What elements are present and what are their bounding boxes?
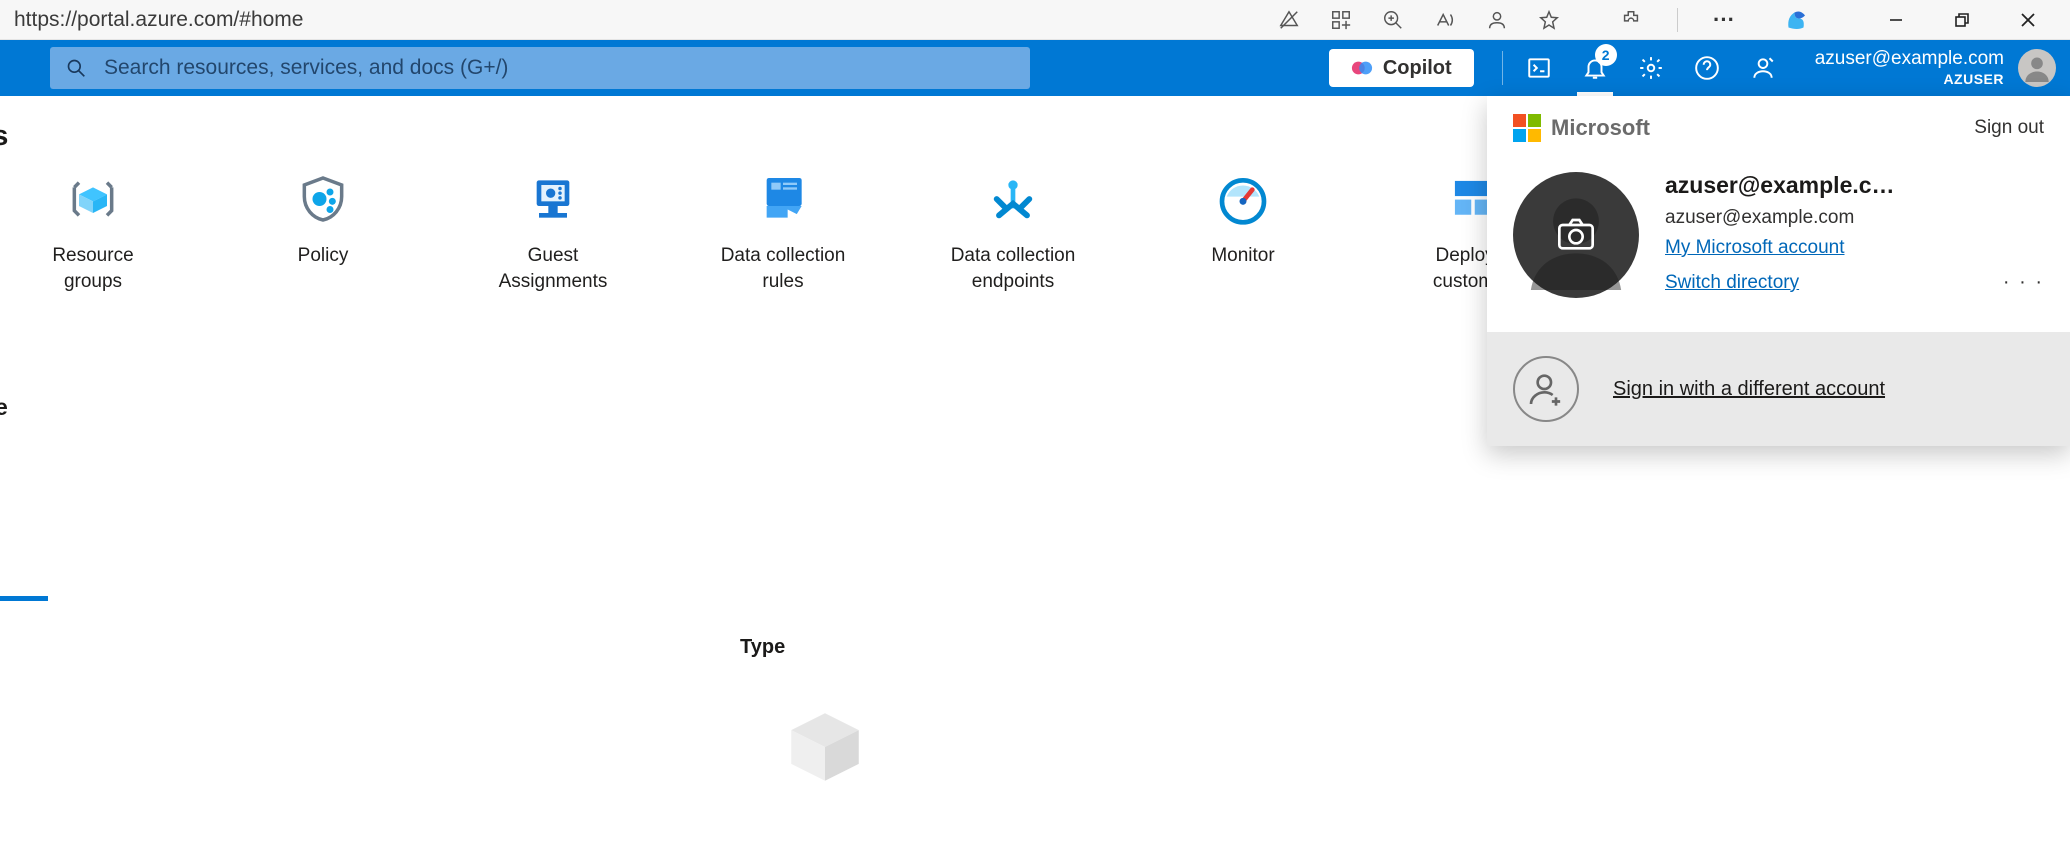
avatar-small xyxy=(2018,49,2056,87)
copilot-button[interactable]: Copilot xyxy=(1329,49,1474,87)
zoom-icon[interactable] xyxy=(1381,8,1405,32)
account-tenant: AZUSER xyxy=(1815,71,2004,89)
service-monitor[interactable]: Monitor xyxy=(1180,171,1306,294)
column-type[interactable]: Type xyxy=(740,636,785,659)
extensions-icon[interactable] xyxy=(1619,8,1643,32)
avatar-icon xyxy=(2023,54,2051,82)
sign-in-different-account-link[interactable]: Sign in with a different account xyxy=(1613,378,1885,401)
window-close-button[interactable] xyxy=(2018,10,2038,30)
toolbar-divider xyxy=(1502,51,1503,85)
add-account-avatar-icon xyxy=(1513,356,1579,422)
popover-display-name: azuser@example.c… xyxy=(1665,172,2044,199)
window-minimize-button[interactable] xyxy=(1886,10,1906,30)
monitor-icon xyxy=(1215,171,1271,227)
account-block[interactable]: azuser@example.com AZUSER xyxy=(1791,47,2070,88)
address-bar[interactable] xyxy=(6,4,1251,36)
search-box[interactable] xyxy=(50,47,1030,89)
service-label: Data collection rules xyxy=(721,243,846,294)
service-data-collection-rules[interactable]: Data collection rules xyxy=(720,171,846,294)
copilot-browser-icon[interactable] xyxy=(1784,8,1808,32)
tab-underline xyxy=(0,596,48,601)
service-data-collection-endpoints[interactable]: Data collection endpoints xyxy=(950,171,1076,294)
favorite-star-icon[interactable] xyxy=(1537,8,1561,32)
profile-icon[interactable] xyxy=(1485,8,1509,32)
notifications-icon[interactable]: 2 xyxy=(1567,40,1623,96)
account-popover: Microsoft Sign out azuser@example.c… azu… xyxy=(1487,96,2070,446)
read-aloud-icon[interactable] xyxy=(1433,8,1457,32)
service-label: Monitor xyxy=(1211,243,1274,269)
camera-icon xyxy=(1556,218,1596,252)
browser-toolbar-icons: ··· xyxy=(1277,8,2064,32)
my-microsoft-account-link[interactable]: My Microsoft account xyxy=(1665,237,2044,259)
service-label: Resource groups xyxy=(52,243,133,294)
guest-assignments-icon xyxy=(525,171,581,227)
dce-icon xyxy=(985,171,1041,227)
service-resource-groups[interactable]: Resource groups xyxy=(30,171,156,294)
copilot-label: Copilot xyxy=(1383,57,1452,80)
search-icon xyxy=(66,58,86,78)
empty-state-cube-icon xyxy=(780,702,870,792)
settings-gear-icon[interactable] xyxy=(1623,40,1679,96)
more-options-icon[interactable]: · · · xyxy=(1983,267,2044,298)
azure-top-bar: Copilot 2 azuser@example.com AZUSER xyxy=(0,40,2070,96)
service-guest-assignments[interactable]: Guest Assignments xyxy=(490,171,616,294)
sign-out-link[interactable]: Sign out xyxy=(1974,117,2044,139)
toolbar-divider xyxy=(1677,8,1678,32)
service-label: Guest Assignments xyxy=(499,243,608,294)
copilot-icon xyxy=(1351,57,1373,79)
popover-email: azuser@example.com xyxy=(1665,207,2044,229)
read-aloud-off-icon[interactable] xyxy=(1277,8,1301,32)
notifications-badge: 2 xyxy=(1595,44,1617,66)
microsoft-logo: Microsoft xyxy=(1513,114,1650,142)
search-input[interactable] xyxy=(104,56,1014,80)
service-label: Data collection endpoints xyxy=(951,243,1076,294)
resource-groups-icon xyxy=(65,171,121,227)
account-email: azuser@example.com xyxy=(1815,47,2004,71)
more-icon[interactable]: ··· xyxy=(1712,8,1736,32)
microsoft-brand-label: Microsoft xyxy=(1551,115,1650,141)
service-label: Policy xyxy=(298,243,349,269)
avatar-large[interactable] xyxy=(1513,172,1639,298)
switch-directory-link[interactable]: Switch directory xyxy=(1665,272,1799,294)
add-app-icon[interactable] xyxy=(1329,8,1353,32)
feedback-icon[interactable] xyxy=(1735,40,1791,96)
window-restore-button[interactable] xyxy=(1952,10,1972,30)
dcr-icon xyxy=(755,171,811,227)
policy-icon xyxy=(295,171,351,227)
browser-chrome: ··· xyxy=(0,0,2070,40)
service-policy[interactable]: Policy xyxy=(260,171,386,294)
help-icon[interactable] xyxy=(1679,40,1735,96)
cloud-shell-icon[interactable] xyxy=(1511,40,1567,96)
microsoft-squares-icon xyxy=(1513,114,1541,142)
